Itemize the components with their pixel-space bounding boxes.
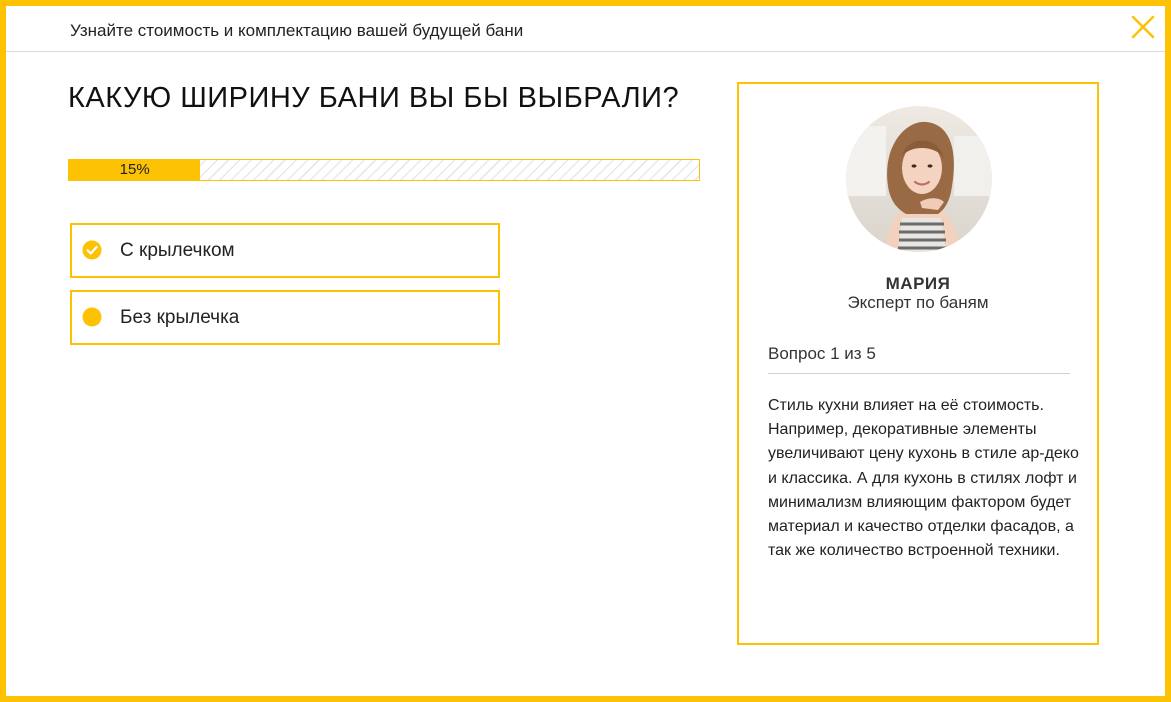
close-icon xyxy=(1131,15,1155,39)
progress-bar: 15% xyxy=(68,159,700,181)
answer-option-without-porch[interactable]: Без крылечка xyxy=(70,290,500,345)
modal-title: Узнайте стоимость и комплектацию вашей б… xyxy=(70,21,524,40)
avatar xyxy=(846,106,992,252)
question-counter: Вопрос 1 из 5 xyxy=(768,344,876,363)
expert-tip: Стиль кухни влияет на её стоимость. Напр… xyxy=(768,397,1079,560)
card-divider xyxy=(768,373,1070,374)
answer-option-with-porch[interactable]: С крылечком xyxy=(70,223,500,278)
progress-label: 15% xyxy=(119,161,150,178)
expert-name: МАРИЯ xyxy=(885,274,951,293)
answer-option-label: С крылечком xyxy=(120,240,235,261)
quiz-modal: Узнайте стоимость и комплектацию вашей б… xyxy=(0,0,1171,702)
modal-header: Узнайте стоимость и комплектацию вашей б… xyxy=(6,6,1165,52)
expert-role: Эксперт по баням xyxy=(847,293,989,312)
expert-photo xyxy=(846,106,992,252)
expert-card: МАРИЯ Эксперт по баням Вопрос 1 из 5 Сти… xyxy=(737,82,1099,645)
answer-option-label: Без крылечка xyxy=(120,307,240,328)
dot-circle-icon xyxy=(82,307,102,327)
check-circle-icon xyxy=(82,240,102,260)
close-button[interactable] xyxy=(1129,13,1157,41)
question-title: КАКУЮ ШИРИНУ БАНИ ВЫ БЫ ВЫБРАЛИ? xyxy=(68,82,680,114)
